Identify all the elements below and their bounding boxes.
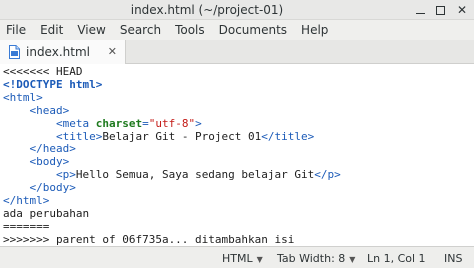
cursor-position: Ln 1, Col 1	[367, 252, 426, 265]
menu-help[interactable]: Help	[301, 23, 328, 37]
code-line: <title>Belajar Git - Project 01</title>	[55, 129, 315, 143]
code-line: ada perubahan	[3, 206, 90, 220]
menu-tools[interactable]: Tools	[175, 23, 205, 37]
code-line: <p>Hello Semua, Saya sedang belajar Git<…	[55, 168, 341, 182]
close-icon: ✕	[456, 3, 468, 17]
menu-search[interactable]: Search	[120, 23, 161, 37]
menu-view[interactable]: View	[77, 23, 105, 37]
language-selector[interactable]: HTML ▼	[222, 252, 263, 265]
code-line: =======	[3, 219, 50, 233]
code-line: </head>	[29, 142, 76, 156]
code-line: <meta charset="utf-8">	[55, 116, 202, 130]
code-line: <body>	[29, 155, 70, 169]
language-label: HTML	[222, 252, 253, 265]
code-line: <<<<<<< HEAD	[3, 65, 83, 78]
insert-mode: INS	[444, 252, 463, 265]
minimize-icon	[415, 12, 425, 14]
code-line: </html>	[3, 194, 50, 207]
code-line: <html>	[3, 90, 43, 104]
window-title: index.html (~/project-01)	[130, 3, 284, 17]
maximize-button[interactable]	[428, 0, 452, 20]
tab-label: index.html	[26, 45, 90, 59]
close-window-button[interactable]: ✕	[450, 0, 474, 20]
html-file-icon	[9, 45, 20, 59]
menu-file[interactable]: File	[6, 23, 26, 37]
tab-bar: index.html ✕	[0, 40, 474, 64]
menu-edit[interactable]: Edit	[40, 23, 63, 37]
tab-width-label: Tab Width: 8	[277, 252, 346, 265]
tab-index-html[interactable]: index.html ✕	[0, 40, 126, 64]
tab-width-selector[interactable]: Tab Width: 8 ▼	[277, 252, 355, 265]
code-line: </body>	[29, 181, 76, 195]
maximize-icon	[435, 5, 445, 15]
code-line: <head>	[29, 103, 70, 117]
title-bar: index.html (~/project-01) ✕	[0, 0, 474, 20]
chevron-down-icon: ▼	[256, 255, 263, 264]
code-editor[interactable]: <<<<<<< HEAD <!DOCTYPE html> <html> <head>…	[0, 65, 474, 246]
tab-close-icon[interactable]: ✕	[108, 45, 117, 58]
menu-documents[interactable]: Documents	[219, 23, 287, 37]
code-line: <!DOCTYPE html>	[3, 77, 103, 91]
code-line: >>>>>>> parent of 06f735a... ditambahkan…	[3, 232, 295, 246]
menu-bar: File Edit View Search Tools Documents He…	[0, 20, 474, 40]
chevron-down-icon: ▼	[349, 255, 356, 264]
status-bar: HTML ▼ Tab Width: 8 ▼ Ln 1, Col 1 INS	[0, 246, 474, 268]
